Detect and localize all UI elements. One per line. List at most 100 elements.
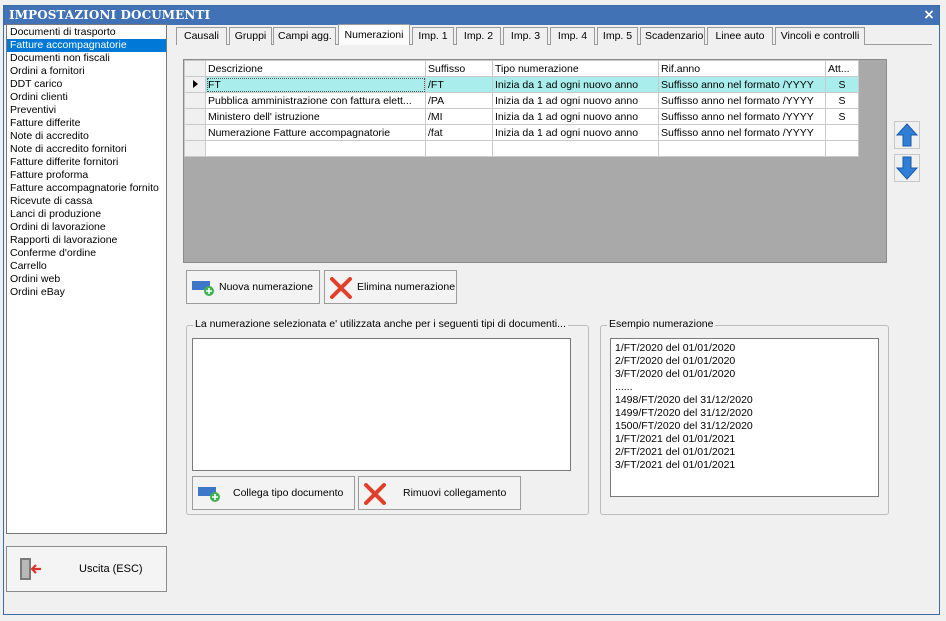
row-indicator[interactable] — [184, 108, 206, 125]
document-type-list[interactable]: Documenti di trasporto Fatture accompagna… — [6, 24, 167, 534]
cell-suffisso[interactable]: /MI — [425, 108, 493, 125]
delete-numbering-label: Elimina numerazione — [357, 281, 456, 293]
example-numbering-list[interactable]: 1/FT/2020 del 01/01/2020 2/FT/2020 del 01… — [610, 338, 879, 497]
cell-tipo[interactable]: Inizia da 1 ad ogni nuovo anno — [492, 124, 659, 141]
cell-descrizione[interactable]: Ministero dell' istruzione — [205, 108, 426, 125]
link-doc-type-label: Collega tipo documento — [233, 487, 344, 499]
doc-type-item[interactable]: Ordini a fornitori — [7, 65, 166, 78]
tab-vincoli-e-controlli[interactable]: Vincoli e controlli — [775, 27, 865, 45]
cell-rif-anno[interactable]: Suffisso anno nel formato /YYYY — [658, 108, 826, 125]
cell-tipo[interactable]: Inizia da 1 ad ogni nuovo anno — [492, 108, 659, 125]
tab-gruppi[interactable]: Gruppi — [229, 27, 272, 45]
cell-att[interactable]: S — [825, 92, 859, 109]
arrow-up-icon — [895, 123, 919, 147]
doc-type-item[interactable]: Fatture differite fornitori — [7, 156, 166, 169]
delete-x-icon — [330, 277, 352, 299]
tab-imp-3[interactable]: Imp. 3 — [503, 27, 548, 45]
row-indicator[interactable] — [184, 140, 206, 157]
col-header-rif-anno[interactable]: Rif.anno — [658, 60, 826, 77]
row-indicator[interactable] — [184, 124, 206, 141]
example-line: 1/FT/2020 del 01/01/2020 — [615, 342, 736, 354]
tab-linee-auto[interactable]: Linee auto — [707, 27, 773, 45]
example-line: ...... — [615, 381, 633, 393]
tab-campi-agg[interactable]: Campi agg. — [273, 27, 336, 45]
example-line: 1/FT/2021 del 01/01/2021 — [615, 433, 736, 445]
doc-type-item[interactable]: Carrello — [7, 260, 166, 273]
cell-suffisso[interactable]: /FT — [425, 76, 493, 93]
doc-type-item[interactable]: Fatture accompagnatorie — [7, 39, 166, 52]
grid-header-row: Descrizione Suffisso Tipo numerazione Ri… — [184, 60, 859, 77]
cell-att[interactable]: S — [825, 76, 859, 93]
col-header-att[interactable]: Att... — [825, 60, 859, 77]
numbering-grid[interactable]: Descrizione Suffisso Tipo numerazione Ri… — [183, 59, 887, 263]
cell-suffisso[interactable]: /fat — [425, 124, 493, 141]
table-row[interactable]: Ministero dell' istruzione/MI Inizia da 1… — [184, 108, 859, 125]
delete-numbering-button[interactable]: Elimina numerazione — [324, 270, 457, 304]
empty-cell[interactable] — [425, 140, 493, 157]
cell-att[interactable] — [825, 124, 859, 141]
doc-type-item[interactable]: Ordini di lavorazione — [7, 221, 166, 234]
cell-rif-anno[interactable]: Suffisso anno nel formato /YYYY — [658, 124, 826, 141]
doc-type-item[interactable]: Conferme d'ordine — [7, 247, 166, 260]
doc-type-item[interactable]: Documenti non fiscali — [7, 52, 166, 65]
example-line: 2/FT/2020 del 01/01/2020 — [615, 355, 736, 367]
doc-type-item[interactable]: Ordini eBay — [7, 286, 166, 299]
move-up-button[interactable] — [894, 121, 920, 149]
tab-numerazioni[interactable]: Numerazioni — [338, 24, 410, 45]
cell-rif-anno[interactable]: Suffisso anno nel formato /YYYY — [658, 76, 826, 93]
move-down-button[interactable] — [894, 154, 920, 182]
doc-type-item[interactable]: Fatture accompagnatorie fornito — [7, 182, 166, 195]
new-numbering-button[interactable]: Nuova numerazione — [186, 270, 320, 304]
tab-imp-5[interactable]: Imp. 5 — [597, 27, 638, 45]
doc-type-item[interactable]: Fatture differite — [7, 117, 166, 130]
tab-imp-4[interactable]: Imp. 4 — [550, 27, 595, 45]
linked-doc-types-list[interactable] — [192, 338, 571, 471]
table-row-new[interactable] — [184, 140, 859, 157]
doc-type-item[interactable]: Ricevute di cassa — [7, 195, 166, 208]
empty-cell[interactable] — [825, 140, 859, 157]
tab-causali[interactable]: Causali — [176, 27, 227, 45]
doc-type-item[interactable]: Fatture proforma — [7, 169, 166, 182]
empty-cell[interactable] — [492, 140, 659, 157]
empty-cell[interactable] — [658, 140, 826, 157]
cell-descrizione[interactable]: FT — [205, 76, 426, 93]
cell-suffisso[interactable]: /PA — [425, 92, 493, 109]
doc-type-item[interactable]: Rapporti di lavorazione — [7, 234, 166, 247]
remove-link-button[interactable]: Rimuovi collegamento — [358, 476, 521, 510]
table-row[interactable]: FT/FT Inizia da 1 ad ogni nuovo anno Suffi… — [184, 76, 859, 93]
tab-imp-1[interactable]: Imp. 1 — [412, 27, 454, 45]
close-icon[interactable]: × — [923, 6, 935, 25]
cell-att[interactable]: S — [825, 108, 859, 125]
table-row[interactable]: Numerazione Fatture accompagnatorie/fat I… — [184, 124, 859, 141]
cell-tipo[interactable]: Inizia da 1 ad ogni nuovo anno — [492, 76, 659, 93]
example-line: 2/FT/2021 del 01/01/2021 — [615, 446, 736, 458]
exit-button-label: Uscita (ESC) — [79, 563, 143, 575]
example-line: 1498/FT/2020 del 31/12/2020 — [615, 394, 753, 406]
doc-type-item[interactable]: Note di accredito fornitori — [7, 143, 166, 156]
tab-scadenzario[interactable]: Scadenzario — [640, 27, 705, 45]
tab-imp-2[interactable]: Imp. 2 — [456, 27, 501, 45]
row-indicator[interactable] — [184, 76, 206, 93]
doc-type-item[interactable]: Preventivi — [7, 104, 166, 117]
cell-descrizione[interactable]: Numerazione Fatture accompagnatorie — [205, 124, 426, 141]
doc-type-item[interactable]: Ordini web — [7, 273, 166, 286]
grid-corner-cell — [184, 60, 206, 77]
delete-x-icon — [364, 483, 386, 505]
col-header-descrizione[interactable]: Descrizione — [205, 60, 426, 77]
cell-rif-anno[interactable]: Suffisso anno nel formato /YYYY — [658, 92, 826, 109]
row-indicator[interactable] — [184, 92, 206, 109]
doc-type-item[interactable]: Note di accredito — [7, 130, 166, 143]
example-line: 3/FT/2021 del 01/01/2021 — [615, 459, 736, 471]
doc-type-item[interactable]: Ordini clienti — [7, 91, 166, 104]
cell-tipo[interactable]: Inizia da 1 ad ogni nuovo anno — [492, 92, 659, 109]
col-header-tipo[interactable]: Tipo numerazione — [492, 60, 659, 77]
empty-cell[interactable] — [205, 140, 426, 157]
link-doc-type-button[interactable]: Collega tipo documento — [192, 476, 355, 510]
doc-type-item[interactable]: Lanci di produzione — [7, 208, 166, 221]
col-header-suffisso[interactable]: Suffisso — [425, 60, 493, 77]
table-row[interactable]: Pubblica amministrazione con fattura ele… — [184, 92, 859, 109]
doc-type-item[interactable]: Documenti di trasporto — [7, 26, 166, 39]
cell-descrizione[interactable]: Pubblica amministrazione con fattura ele… — [205, 92, 426, 109]
exit-button[interactable]: Uscita (ESC) — [6, 546, 167, 592]
doc-type-item[interactable]: DDT carico — [7, 78, 166, 91]
